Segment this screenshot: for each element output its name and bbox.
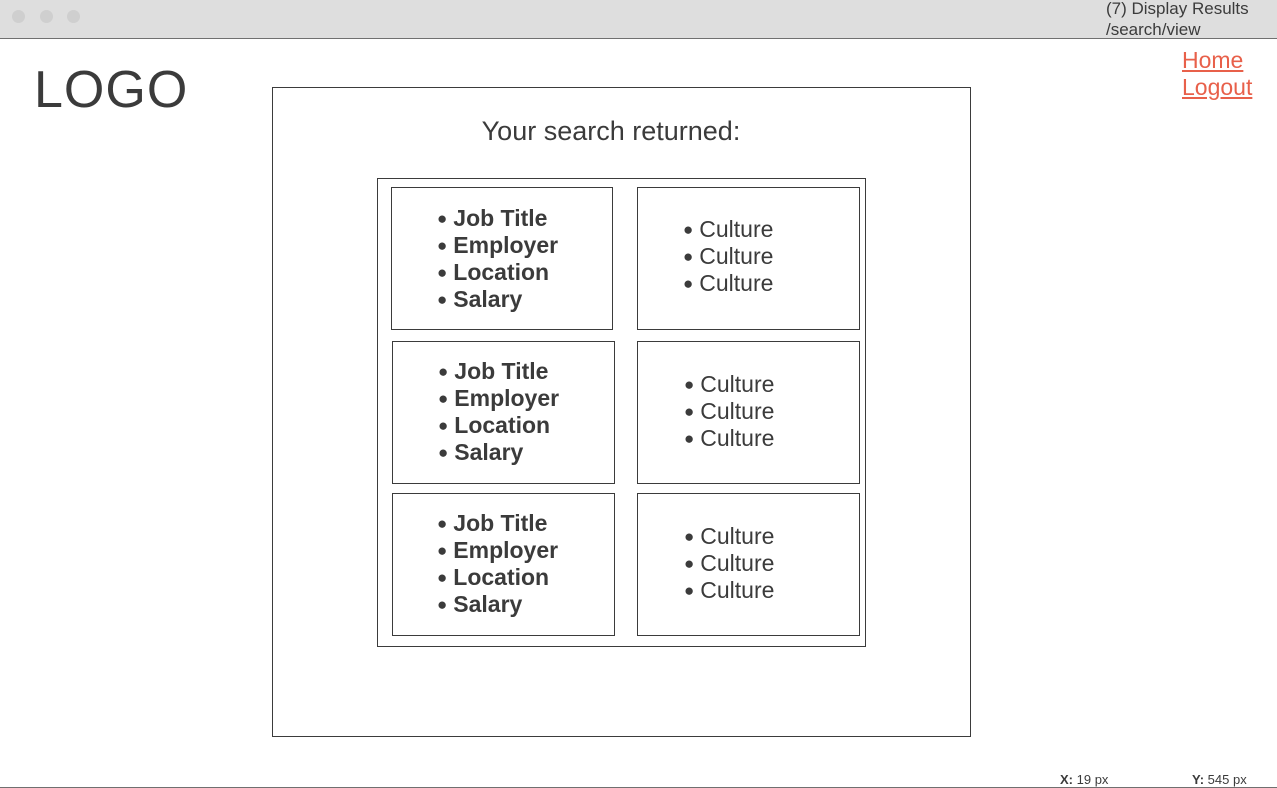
cursor-y-label: Y:	[1192, 772, 1205, 787]
bullet-icon: ●	[438, 389, 449, 408]
job-detail-item-label: Job Title	[453, 205, 548, 231]
bullet-icon: ●	[683, 220, 694, 239]
job-detail-item: ● Location	[438, 412, 559, 439]
culture-item: ● Culture	[684, 398, 774, 425]
cursor-x-readout: X: 19 px	[1060, 772, 1108, 787]
job-detail-item-label: Salary	[453, 286, 523, 312]
culture-item-label: Culture	[700, 523, 775, 549]
job-detail-item-label: Salary	[454, 439, 524, 465]
culture-item: ● Culture	[684, 550, 774, 577]
window-title-path: /search/view	[1106, 20, 1201, 39]
job-detail-item: ● Employer	[438, 385, 559, 412]
culture-item: ● Culture	[684, 577, 774, 604]
culture-item-label: Culture	[700, 398, 775, 424]
culture-item-label: Culture	[700, 550, 775, 576]
cursor-x-label: X:	[1060, 772, 1073, 787]
culture-item-label: Culture	[699, 216, 774, 242]
job-detail-item-label: Salary	[453, 591, 523, 617]
window-title-name: (7) Display Results	[1106, 0, 1249, 18]
culture-card-list: ● Culture ● Culture ● Culture	[684, 371, 774, 452]
bullet-icon: ●	[684, 375, 695, 394]
job-detail-item-label: Employer	[453, 232, 559, 258]
cursor-y-value: 545 px	[1207, 772, 1247, 787]
bullet-icon: ●	[438, 443, 449, 462]
culture-item: ● Culture	[683, 270, 773, 297]
culture-item-label: Culture	[700, 577, 775, 603]
cursor-y-readout: Y: 545 px	[1192, 772, 1247, 787]
culture-item-label: Culture	[699, 243, 774, 269]
job-card[interactable]: ● Job Title ● Employer ● Location ● Salary	[392, 341, 615, 484]
job-detail-item-label: Location	[454, 412, 551, 438]
job-card[interactable]: ● Job Title ● Employer ● Location ● Salary	[391, 187, 613, 330]
bullet-icon: ●	[684, 581, 695, 600]
job-detail-item-label: Location	[453, 564, 550, 590]
job-detail-item: ● Job Title	[438, 358, 559, 385]
job-detail-item: ● Location	[437, 564, 558, 591]
bullet-icon: ●	[683, 274, 694, 293]
window-close-button[interactable]	[12, 10, 25, 23]
bullet-icon: ●	[684, 429, 695, 448]
culture-card-list: ● Culture ● Culture ● Culture	[683, 216, 773, 297]
culture-item-label: Culture	[699, 270, 774, 296]
window-title: (7) Display Results /search/view	[1106, 0, 1249, 40]
job-detail-item: ● Job Title	[437, 510, 558, 537]
job-card-list: ● Job Title ● Employer ● Location ● Salary	[437, 205, 558, 313]
bullet-icon: ●	[437, 541, 448, 560]
culture-card[interactable]: ● Culture ● Culture ● Culture	[637, 341, 860, 484]
window-minimize-button[interactable]	[40, 10, 53, 23]
job-detail-item: ● Employer	[437, 537, 558, 564]
job-card-list: ● Job Title ● Employer ● Location ● Salary	[438, 358, 559, 466]
bullet-icon: ●	[437, 236, 448, 255]
logo: LOGO	[34, 61, 189, 119]
bullet-icon: ●	[437, 514, 448, 533]
culture-item: ● Culture	[683, 216, 773, 243]
job-detail-item: ● Salary	[437, 286, 558, 313]
bullet-icon: ●	[437, 290, 448, 309]
job-detail-item-label: Job Title	[454, 358, 549, 384]
bullet-icon: ●	[437, 568, 448, 587]
job-detail-item-label: Employer	[453, 537, 559, 563]
job-detail-item: ● Job Title	[437, 205, 558, 232]
job-detail-item: ● Location	[437, 259, 558, 286]
culture-item: ● Culture	[683, 243, 773, 270]
job-detail-item: ● Salary	[438, 439, 559, 466]
culture-card[interactable]: ● Culture ● Culture ● Culture	[637, 493, 860, 636]
window-titlebar: (7) Display Results /search/view	[0, 0, 1277, 39]
job-detail-item: ● Salary	[437, 591, 558, 618]
job-card-list: ● Job Title ● Employer ● Location ● Salary	[437, 510, 558, 618]
bullet-icon: ●	[437, 263, 448, 282]
window-maximize-button[interactable]	[67, 10, 80, 23]
culture-item-label: Culture	[700, 371, 775, 397]
page-title: Your search returned:	[481, 116, 741, 146]
culture-item-label: Culture	[700, 425, 775, 451]
logout-link[interactable]: Logout	[1182, 74, 1252, 101]
bullet-icon: ●	[438, 416, 449, 435]
job-detail-item: ● Employer	[437, 232, 558, 259]
bullet-icon: ●	[683, 247, 694, 266]
job-detail-item-label: Job Title	[453, 510, 548, 536]
bullet-icon: ●	[438, 362, 449, 381]
bullet-icon: ●	[437, 595, 448, 614]
bullet-icon: ●	[684, 402, 695, 421]
job-detail-item-label: Employer	[454, 385, 560, 411]
job-card[interactable]: ● Job Title ● Employer ● Location ● Salary	[392, 493, 615, 636]
job-detail-item-label: Location	[453, 259, 550, 285]
culture-card[interactable]: ● Culture ● Culture ● Culture	[637, 187, 860, 330]
culture-item: ● Culture	[684, 425, 774, 452]
bullet-icon: ●	[684, 527, 695, 546]
bullet-icon: ●	[437, 209, 448, 228]
bullet-icon: ●	[684, 554, 695, 573]
culture-item: ● Culture	[684, 523, 774, 550]
home-link[interactable]: Home	[1182, 47, 1243, 74]
culture-item: ● Culture	[684, 371, 774, 398]
culture-card-list: ● Culture ● Culture ● Culture	[684, 523, 774, 604]
cursor-x-value: 19 px	[1076, 772, 1109, 787]
